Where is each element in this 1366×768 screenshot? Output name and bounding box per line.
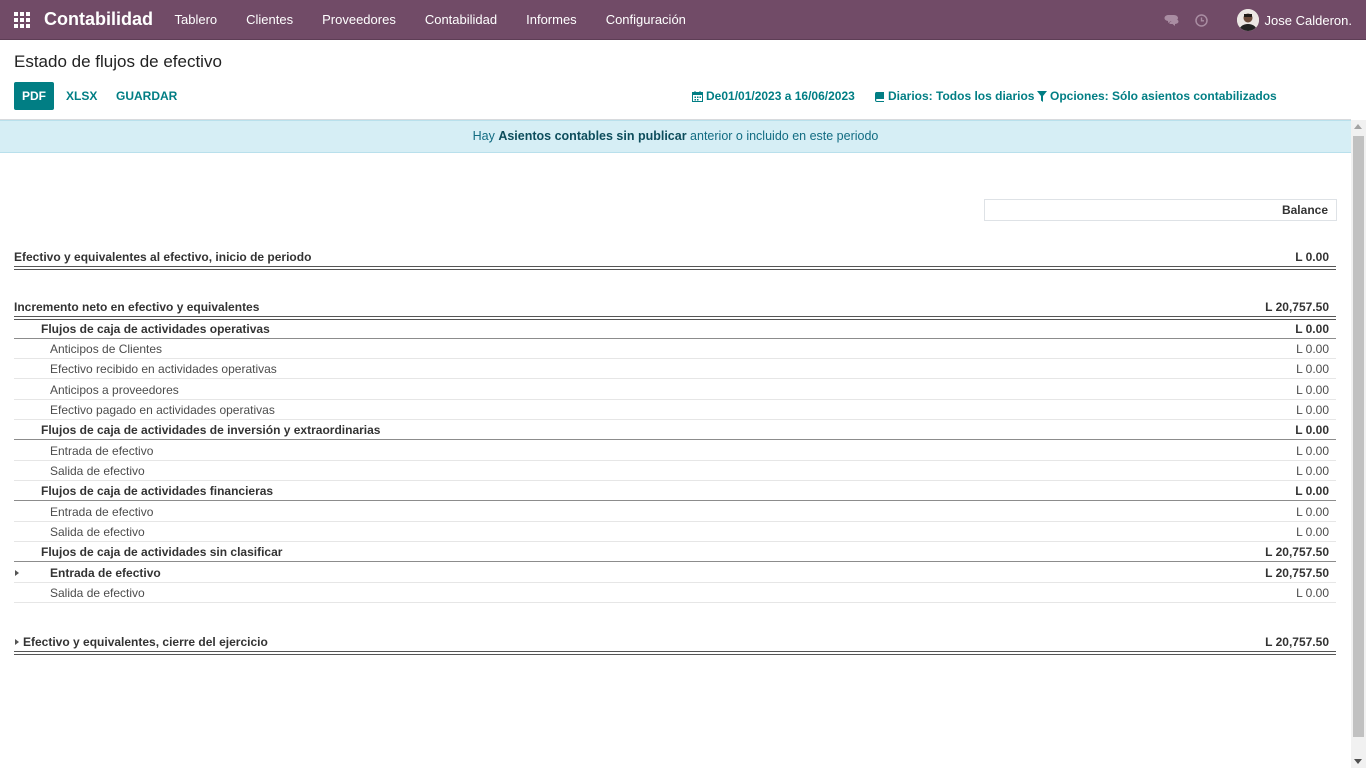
menu-item-informes[interactable]: Informes <box>512 0 592 40</box>
menu-item-proveedores[interactable]: Proveedores <box>308 0 411 40</box>
report-line[interactable]: Anticipos a proveedores L 0.00 <box>14 380 1336 400</box>
menu-item-clientes[interactable]: Clientes <box>232 0 308 40</box>
menu-item-contabilidad[interactable]: Contabilidad <box>410 0 511 40</box>
caret-right-icon[interactable] <box>15 639 19 645</box>
calendar-icon <box>692 90 703 102</box>
menu-item-configuracion[interactable]: Configuración <box>591 0 700 40</box>
line-label: Flujos de caja de actividades operativas <box>41 322 270 336</box>
line-value: L 0.00 <box>1296 383 1329 397</box>
menu-item-tablero[interactable]: Tablero <box>160 0 232 40</box>
report-line[interactable]: Flujos de caja de actividades operativas… <box>14 319 1336 339</box>
line-value: L 0.00 <box>1296 342 1329 356</box>
page-title: Estado de flujos de efectivo <box>14 52 222 71</box>
journals-filter-label: Diarios: Todos los diarios <box>888 89 1035 103</box>
line-label: Flujos de caja de actividades financiera… <box>41 484 274 498</box>
report-line[interactable]: Salida de efectivo L 0.00 <box>14 522 1336 542</box>
line-value: L 0.00 <box>1296 403 1329 417</box>
line-label: Salida de efectivo <box>50 464 145 478</box>
line-value: L 0.00 <box>1295 250 1329 264</box>
line-value: L 0.00 <box>1295 484 1329 498</box>
line-label: Efectivo y equivalentes al efectivo, ini… <box>14 250 312 264</box>
vertical-scrollbar[interactable] <box>1351 120 1366 768</box>
journals-filter[interactable]: Diarios: Todos los diarios <box>874 82 1034 110</box>
line-label: Salida de efectivo <box>50 586 145 600</box>
report-line[interactable]: Entrada de efectivo L 0.00 <box>14 502 1336 522</box>
alert-suffix: anterior o incluido en este periodo <box>686 129 879 143</box>
line-value: L 0.00 <box>1296 362 1329 376</box>
clock-icon[interactable] <box>1187 0 1217 40</box>
line-label: Flujos de caja de actividades de inversi… <box>41 423 381 437</box>
apps-grid-icon[interactable] <box>14 12 30 28</box>
line-label: Efectivo recibido en actividades operati… <box>50 362 277 376</box>
avatar <box>1236 9 1259 31</box>
column-header-balance: Balance <box>984 199 1337 221</box>
line-value: L 0.00 <box>1296 444 1329 458</box>
report-line[interactable]: Flujos de caja de actividades sin clasif… <box>14 542 1336 562</box>
report-line[interactable]: Salida de efectivo L 0.00 <box>14 461 1336 481</box>
report-line[interactable]: Efectivo recibido en actividades operati… <box>14 359 1336 379</box>
line-value: L 0.00 <box>1295 322 1329 336</box>
user-name: Jose Calderon. <box>1264 12 1352 28</box>
line-label: Incremento neto en efectivo y equivalent… <box>14 300 260 314</box>
line-value: L 0.00 <box>1296 525 1329 539</box>
date-filter[interactable]: De01/01/2023 a 16/06/2023 <box>692 82 855 110</box>
report-line[interactable]: Salida de efectivo L 0.00 <box>14 583 1336 603</box>
report-line[interactable]: Anticipos de Clientes L 0.00 <box>14 339 1336 359</box>
unposted-entries-alert: Hay Asientos contables sin publicar ante… <box>0 120 1351 153</box>
line-value: L 0.00 <box>1296 586 1329 600</box>
line-value: L 20,757.50 <box>1265 566 1329 580</box>
report-line[interactable]: Flujos de caja de actividades financiera… <box>14 481 1336 501</box>
line-value: L 0.00 <box>1295 423 1329 437</box>
report-line[interactable]: Flujos de caja de actividades de inversi… <box>14 420 1336 440</box>
main-menu: Tablero Clientes Proveedores Contabilida… <box>160 0 700 40</box>
scroll-down-icon[interactable] <box>1354 759 1362 764</box>
top-navbar: Contabilidad Tablero Clientes Proveedore… <box>0 0 1366 40</box>
line-value: L 20,757.50 <box>1265 300 1329 314</box>
user-menu[interactable]: Jose Calderon. <box>1236 9 1352 31</box>
line-label: Entrada de efectivo <box>50 566 161 580</box>
systray: Jose Calderon. <box>1157 0 1366 40</box>
save-button[interactable]: GUARDAR <box>116 82 177 110</box>
alert-prefix: Hay <box>472 129 499 143</box>
report-line[interactable]: Efectivo pagado en actividades operativa… <box>14 400 1336 420</box>
pdf-button[interactable]: PDF <box>14 82 54 110</box>
line-label: Entrada de efectivo <box>50 505 154 519</box>
options-filter[interactable]: Opciones: Sólo asientos contabilizados <box>1037 82 1277 110</box>
line-label: Efectivo y equivalentes, cierre del ejer… <box>23 635 268 649</box>
book-icon <box>874 91 884 102</box>
report-content: Hay Asientos contables sin publicar ante… <box>0 119 1351 768</box>
scroll-up-icon[interactable] <box>1354 124 1362 129</box>
line-value: L 0.00 <box>1296 505 1329 519</box>
filter-icon <box>1037 90 1047 102</box>
scroll-thumb[interactable] <box>1353 136 1364 737</box>
report-line[interactable]: Entrada de efectivo L 0.00 <box>14 441 1336 461</box>
date-filter-label: De01/01/2023 a 16/06/2023 <box>706 89 855 103</box>
report-line[interactable]: Incremento neto en efectivo y equivalent… <box>14 297 1336 320</box>
xlsx-button[interactable]: XLSX <box>66 82 97 110</box>
line-label: Flujos de caja de actividades sin clasif… <box>41 545 283 559</box>
line-value: L 20,757.50 <box>1265 635 1329 649</box>
line-value: L 20,757.50 <box>1265 545 1329 559</box>
line-label: Anticipos a proveedores <box>50 383 179 397</box>
report-line[interactable]: Efectivo y equivalentes al efectivo, ini… <box>14 247 1336 270</box>
line-label: Salida de efectivo <box>50 525 145 539</box>
caret-right-icon[interactable] <box>15 570 19 576</box>
app-name[interactable]: Contabilidad <box>44 9 153 30</box>
line-label: Entrada de efectivo <box>50 444 154 458</box>
chat-icon[interactable] <box>1157 0 1187 40</box>
report-line[interactable]: Entrada de efectivo L 20,757.50 <box>14 563 1336 583</box>
line-value: L 0.00 <box>1296 464 1329 478</box>
unposted-entries-link[interactable]: Asientos contables sin publicar <box>498 129 686 143</box>
line-label: Efectivo pagado en actividades operativa… <box>50 403 275 417</box>
report-line[interactable]: Efectivo y equivalentes, cierre del ejer… <box>14 632 1336 655</box>
options-filter-label: Opciones: Sólo asientos contabilizados <box>1050 89 1277 103</box>
line-label: Anticipos de Clientes <box>50 342 163 356</box>
